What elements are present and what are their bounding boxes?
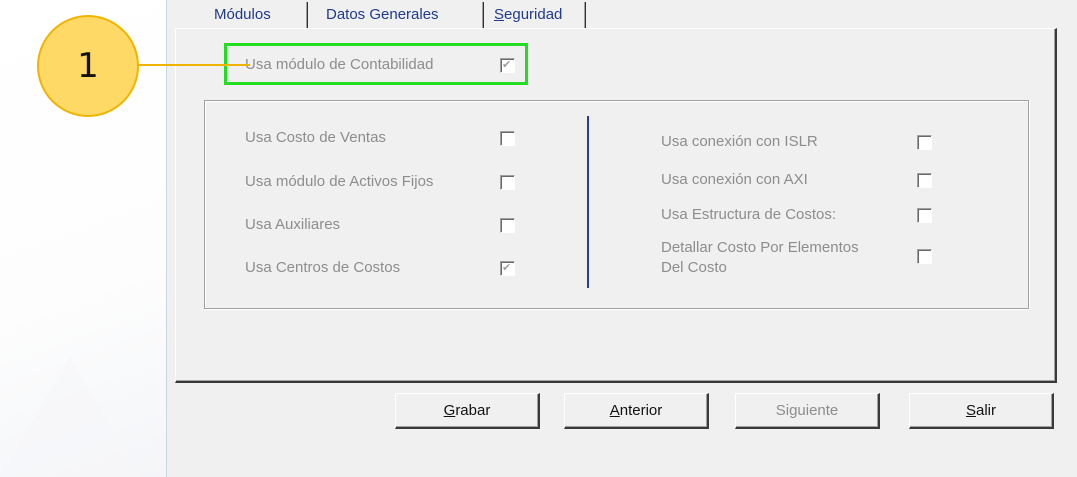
option-centros-costos-label: Usa Centros de Costos [245,259,401,276]
checkbox-detallar-costo[interactable] [917,249,932,264]
check-icon: ✔ [502,262,512,274]
check-icon: ✔ [502,59,512,71]
option-islr-label: Usa conexión con ISLR [661,133,818,150]
checkbox-estructura-costos[interactable] [917,208,932,223]
tab-seguridad-accel: S [494,6,505,23]
option-costo-ventas-label: Usa Costo de Ventas [245,129,386,146]
dialog-window: Módulos Datos Generales Seguridad Usa mó… [166,0,1077,477]
checkbox-axi[interactable] [917,173,932,188]
tab-seguridad[interactable]: Seguridad [494,6,562,23]
checkbox-activos-fijos[interactable] [500,175,515,190]
anterior-accel: A [609,402,620,419]
tab-datos-generales[interactable]: Datos Generales [326,6,439,23]
anterior-label: nterior [619,402,663,419]
option-auxiliares-label: Usa Auxiliares [245,216,341,233]
option-detallar-costo-label-line1: Detallar Costo Por Elementos [661,239,859,256]
salir-accel: S [965,402,976,419]
siguiente-button[interactable]: Siguiente [735,393,880,429]
siguiente-label-end: uiente [797,402,839,419]
callout-badge: 1 [37,15,139,117]
group-divider [587,116,589,288]
grabar-label: rabar [455,402,491,419]
option-activos-fijos-label: Usa módulo de Activos Fijos [245,173,434,190]
checkbox-centros-costos[interactable]: ✔ [500,261,515,276]
checkbox-contabilidad[interactable]: ✔ [500,58,515,73]
option-detallar-costo-label-line2: Del Costo [661,259,727,276]
option-estructura-costos-label: Usa Estructura de Costos: [661,206,837,223]
checkbox-islr[interactable] [917,135,932,150]
siguiente-label-start: Si [775,402,790,419]
salir-label: alir [976,402,997,419]
anterior-button[interactable]: Anterior [564,393,709,429]
tab-modulos[interactable]: Módulos [214,6,271,23]
tab-separator [306,2,308,28]
grabar-accel: G [443,402,456,419]
checkbox-costo-ventas[interactable] [500,131,515,146]
option-axi-label: Usa conexión con AXI [661,171,808,188]
tab-seguridad-label: eguridad [504,6,563,23]
tab-separator [584,2,586,28]
salir-button[interactable]: Salir [909,393,1054,429]
grabar-button[interactable]: Grabar [395,393,540,429]
option-contabilidad-label: Usa módulo de Contabilidad [245,56,434,73]
callout-connector [130,64,250,66]
checkbox-auxiliares[interactable] [500,218,515,233]
tab-separator [482,2,484,28]
